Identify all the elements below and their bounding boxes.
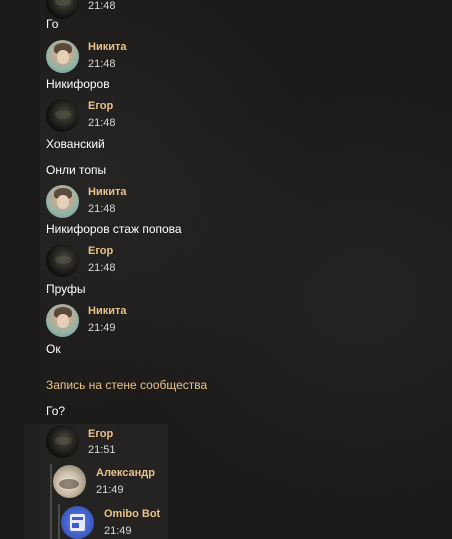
message-header: Егор 21:51 <box>46 425 196 465</box>
avatar-nikita[interactable] <box>46 304 79 337</box>
message-text: Никифоров стаж попова <box>46 222 182 236</box>
message-text: Го <box>46 17 59 31</box>
message-header: Никита 21:48 <box>46 185 196 225</box>
author-name[interactable]: Никита <box>88 186 126 198</box>
message-text: Онли топы <box>46 163 107 177</box>
avatar-egor[interactable] <box>46 425 79 458</box>
message-header: Егор 21:48 <box>46 99 196 139</box>
message-header: Никита 21:48 <box>46 40 196 80</box>
message-text: Хованский <box>46 137 105 151</box>
author-name[interactable]: Никита <box>88 41 126 53</box>
message-text: Никифоров <box>46 77 110 91</box>
message-time: 21:49 <box>88 322 116 334</box>
avatar-nikita[interactable] <box>46 40 79 73</box>
avatar-nikita[interactable] <box>46 185 79 218</box>
message-time: 21:48 <box>88 203 116 215</box>
forward-quote-bar <box>58 504 60 539</box>
avatar-alexandr[interactable] <box>53 465 86 498</box>
message-time: 21:48 <box>88 117 116 129</box>
avatar-egor[interactable] <box>46 99 79 132</box>
avatar-egor[interactable] <box>46 244 79 277</box>
wall-post-link[interactable]: Запись на стене сообщества <box>46 378 207 392</box>
forwarded-message-header: Omibo Bot 21:49 <box>61 506 211 539</box>
message-header: Егор 21:48 <box>46 244 196 284</box>
author-name[interactable]: Егор <box>88 100 113 112</box>
author-name[interactable]: Егор <box>88 428 113 440</box>
forwarded-message-header: Александр 21:49 <box>53 465 203 505</box>
message-time: 21:48 <box>88 262 116 274</box>
message-time: 21:51 <box>88 444 116 456</box>
bot-logo-icon <box>70 514 85 531</box>
message-header: Никита 21:49 <box>46 304 196 344</box>
message-time: 21:49 <box>104 525 132 537</box>
author-name[interactable]: Omibo Bot <box>104 508 160 520</box>
author-name[interactable]: Никита <box>88 305 126 317</box>
chat-history: 21:48 Го Никита 21:48 Никифоров Егор 21:… <box>0 0 452 539</box>
message-time: 21:48 <box>88 58 116 70</box>
message-header: 21:48 <box>46 0 166 26</box>
message-time: 21:49 <box>96 484 124 496</box>
author-name[interactable]: Егор <box>88 245 113 257</box>
author-name[interactable]: Александр <box>96 467 155 479</box>
message-text: Пруфы <box>46 282 86 296</box>
avatar-omibo-bot[interactable] <box>61 506 94 539</box>
message-text: Ок <box>46 342 61 356</box>
message-text: Го? <box>46 404 66 418</box>
message-time: 21:48 <box>88 0 116 12</box>
forward-quote-bar <box>50 464 52 539</box>
